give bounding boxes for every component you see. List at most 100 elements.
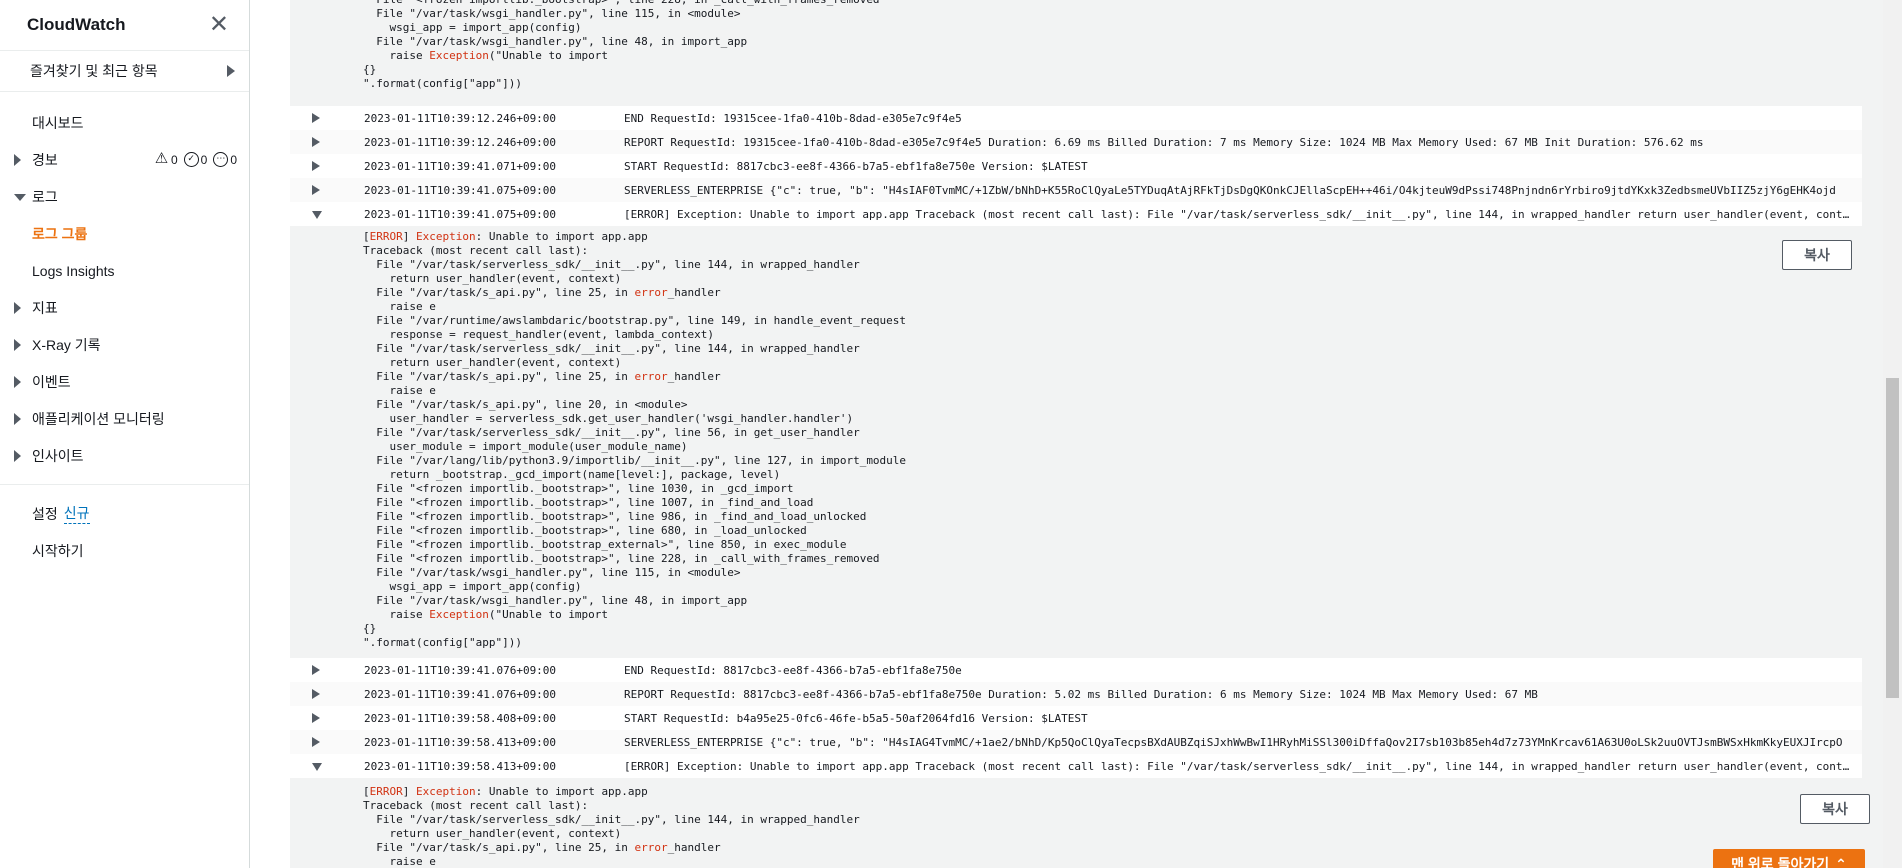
caret-right-icon xyxy=(14,153,21,166)
insufficient-data-icon: ⋯ xyxy=(213,152,229,167)
log-message: REPORT RequestId: 8817cbc3-ee8f-4366-b7a… xyxy=(624,687,1538,701)
caret-right-icon xyxy=(14,375,21,388)
sidebar-item-label: 이벤트 xyxy=(32,373,71,390)
scrollbar-thumb[interactable] xyxy=(1886,378,1899,698)
sidebar-item-label: 설정 xyxy=(32,505,58,522)
expand-icon[interactable] xyxy=(312,737,320,747)
caret-right-icon xyxy=(14,301,21,314)
chevron-up-icon: ⌃ xyxy=(1835,855,1847,868)
expand-icon[interactable] xyxy=(312,665,320,675)
sidebar-item-label: 지표 xyxy=(32,299,58,316)
ok-icon: ✓ xyxy=(183,152,199,167)
log-timestamp: 2023-01-11T10:39:41.076+09:00 xyxy=(364,687,557,701)
caret-down-icon xyxy=(14,193,26,201)
sidebar-item-label: X-Ray 기록 xyxy=(32,336,101,353)
favorites-label: 즐겨찾기 및 최근 항목 xyxy=(30,63,158,79)
sidebar-divider xyxy=(0,484,249,485)
log-timestamp: 2023-01-11T10:39:58.408+09:00 xyxy=(364,711,557,725)
sidebar-item-insights[interactable]: 인사이트 xyxy=(0,437,249,474)
expand-icon[interactable] xyxy=(312,713,320,723)
log-message-expanded: [ERROR] Exception: Unable to import app.… xyxy=(290,778,1870,868)
expand-icon[interactable] xyxy=(312,185,320,195)
log-message: END RequestId: 8817cbc3-ee8f-4366-b7a5-e… xyxy=(624,663,962,677)
log-event-row[interactable]: 2023-01-11T10:39:41.076+09:00 REPORT Req… xyxy=(290,682,1862,706)
sidebar-item-alarms[interactable]: 경보 ⚠ 0 ✓ 0 ⋯ 0 xyxy=(0,141,249,178)
log-event-row[interactable]: 2023-01-11T10:39:41.075+09:00 SERVERLESS… xyxy=(290,178,1862,202)
log-message: [ERROR] Exception: Unable to import app.… xyxy=(624,759,1854,773)
sidebar-item-logs[interactable]: 로그 xyxy=(0,178,249,215)
sidebar-item-logs-insights[interactable]: Logs Insights xyxy=(0,252,249,289)
sidebar-item-label: Logs Insights xyxy=(32,262,115,279)
back-to-top-button[interactable]: 맨 위로 돌아가기 ⌃ xyxy=(1713,849,1865,868)
sidebar-item-label: 시작하기 xyxy=(32,542,84,559)
log-event-row[interactable]: 2023-01-11T10:39:41.076+09:00 END Reques… xyxy=(290,658,1862,682)
sidebar-item-label: 대시보드 xyxy=(32,114,84,131)
caret-right-icon xyxy=(14,412,21,425)
log-event-row[interactable]: 2023-01-11T10:39:12.246+09:00 END Reques… xyxy=(290,106,1862,130)
log-message: START RequestId: 8817cbc3-ee8f-4366-b7a5… xyxy=(624,159,1088,173)
collapse-icon[interactable] xyxy=(312,763,322,771)
log-event-row[interactable]: 2023-01-11T10:39:12.246+09:00 REPORT Req… xyxy=(290,130,1862,154)
sidebar-item-log-groups[interactable]: 로그 그룹 xyxy=(0,215,249,252)
back-to-top-label: 맨 위로 돌아가기 xyxy=(1731,856,1830,868)
log-timestamp: 2023-01-11T10:39:58.413+09:00 xyxy=(364,735,557,749)
log-event-row[interactable]: 2023-01-11T10:39:58.408+09:00 START Requ… xyxy=(290,706,1862,730)
sidebar-header: CloudWatch ✕ xyxy=(0,0,249,50)
close-icon[interactable]: ✕ xyxy=(209,13,229,37)
log-event-row[interactable]: 2023-01-11T10:39:58.413+09:00 SERVERLESS… xyxy=(290,730,1862,754)
log-timestamp: 2023-01-11T10:39:12.246+09:00 xyxy=(364,111,557,125)
expand-icon[interactable] xyxy=(312,161,320,171)
log-event-row[interactable]: 2023-01-11T10:39:41.071+09:00 START Requ… xyxy=(290,154,1862,178)
caret-right-icon xyxy=(227,65,235,77)
sidebar-item-dashboard[interactable]: 대시보드 xyxy=(0,104,249,141)
warning-icon: ⚠ xyxy=(154,150,169,167)
favorites-toggle[interactable]: 즐겨찾기 및 최근 항목 xyxy=(0,51,249,91)
log-message: SERVERLESS_ENTERPRISE {"c": true, "b": "… xyxy=(624,735,1843,749)
caret-right-icon xyxy=(14,338,21,351)
sidebar-item-xray[interactable]: X-Ray 기록 xyxy=(0,326,249,363)
insufficient-count: 0 xyxy=(230,152,237,167)
log-timestamp: 2023-01-11T10:39:41.075+09:00 xyxy=(364,183,557,197)
log-timestamp: 2023-01-11T10:39:58.413+09:00 xyxy=(364,759,557,773)
nav-list: 대시보드 경보 ⚠ 0 ✓ 0 ⋯ 0 로그 로그 그룹 Logs Insights … xyxy=(0,92,249,569)
new-badge: 신규 xyxy=(63,503,90,524)
log-events-list: File "<frozen importlib._bootstrap>", li… xyxy=(290,0,1883,868)
expand-icon[interactable] xyxy=(312,113,320,123)
caret-right-icon xyxy=(14,449,21,462)
log-event-row[interactable]: 2023-01-11T10:39:58.413+09:00 [ERROR] Ex… xyxy=(290,754,1862,778)
sidebar-item-label: 로그 xyxy=(32,188,58,205)
sidebar-item-settings[interactable]: 설정 신규 xyxy=(0,495,249,532)
sidebar-item-events[interactable]: 이벤트 xyxy=(0,363,249,400)
log-message: [ERROR] Exception: Unable to import app.… xyxy=(624,207,1854,221)
in-alarm-count: 0 xyxy=(170,152,178,167)
ok-count: 0 xyxy=(200,152,208,167)
alarm-status-counts: ⚠ 0 ✓ 0 ⋯ 0 xyxy=(154,150,249,167)
copy-button[interactable]: 복사 xyxy=(1782,240,1852,270)
sidebar-item-metrics[interactable]: 지표 xyxy=(0,289,249,326)
log-timestamp: 2023-01-11T10:39:12.246+09:00 xyxy=(364,135,557,149)
log-timestamp: 2023-01-11T10:39:41.076+09:00 xyxy=(364,663,557,677)
sidebar-item-getting-started[interactable]: 시작하기 xyxy=(0,532,249,569)
sidebar-item-label: 경보 xyxy=(32,151,58,168)
sidebar-item-app-monitoring[interactable]: 애플리케이션 모니터링 xyxy=(0,400,249,437)
log-message: REPORT RequestId: 19315cee-1fa0-410b-8da… xyxy=(624,135,1704,149)
page-scrollbar[interactable] xyxy=(1883,0,1902,868)
log-timestamp: 2023-01-11T10:39:41.071+09:00 xyxy=(364,159,557,173)
log-message-text: [ERROR] Exception: Unable to import app.… xyxy=(363,785,860,868)
sidebar-item-label: 로그 그룹 xyxy=(32,225,88,242)
log-message: SERVERLESS_ENTERPRISE {"c": true, "b": "… xyxy=(624,183,1836,197)
log-message-text: [ERROR] Exception: Unable to import app.… xyxy=(363,230,907,649)
expand-icon[interactable] xyxy=(312,137,320,147)
sidebar-item-label: 애플리케이션 모니터링 xyxy=(32,410,165,427)
log-message-expanded: [ERROR] Exception: Unable to import app.… xyxy=(290,226,1862,660)
sidebar-title: CloudWatch xyxy=(27,15,126,34)
copy-button[interactable]: 복사 xyxy=(1800,794,1870,824)
collapse-icon[interactable] xyxy=(312,211,322,219)
expand-icon[interactable] xyxy=(312,689,320,699)
log-event-row[interactable]: 2023-01-11T10:39:41.075+09:00 [ERROR] Ex… xyxy=(290,202,1862,226)
log-message-text: File "<frozen importlib._bootstrap>", li… xyxy=(363,0,880,90)
log-message: END RequestId: 19315cee-1fa0-410b-8dad-e… xyxy=(624,111,962,125)
navigation-sidebar: CloudWatch ✕ 즐겨찾기 및 최근 항목 대시보드 경보 ⚠ 0 ✓ 0 … xyxy=(0,0,250,868)
log-message: START RequestId: b4a95e25-0fc6-46fe-b5a5… xyxy=(624,711,1088,725)
sidebar-item-label: 인사이트 xyxy=(32,447,84,464)
